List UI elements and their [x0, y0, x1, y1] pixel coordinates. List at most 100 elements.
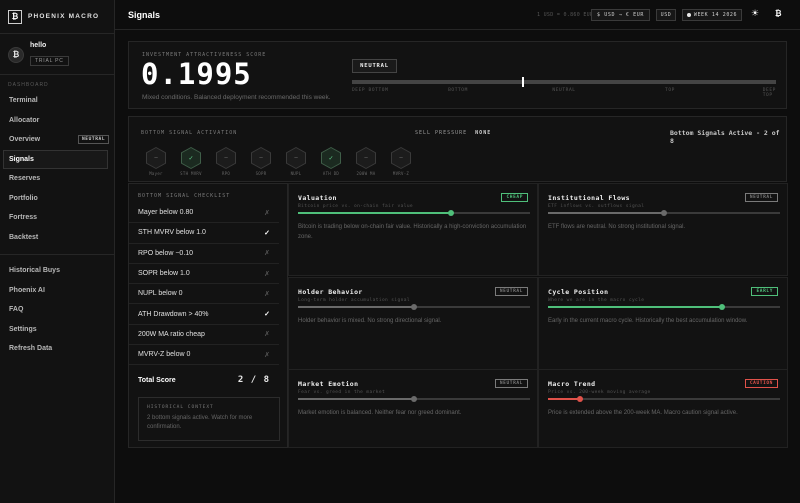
sidebar-item-signals[interactable]: Signals: [3, 149, 108, 169]
sidebar-item-historical-buys[interactable]: Historical Buys: [0, 261, 114, 281]
card-gauge-fill: [298, 212, 452, 214]
hexagon-icon: –: [391, 147, 411, 169]
historical-context-label: HISTORICAL CONTEXT: [147, 405, 214, 410]
cross-icon: ✗: [264, 351, 270, 359]
hexagon-icon: –: [286, 147, 306, 169]
checklist-item-label: STH MVRV below 1.0: [138, 229, 206, 237]
card-gauge-track: [548, 396, 780, 402]
checklist-label: BOTTOM SIGNAL CHECKLIST: [138, 193, 231, 199]
card-gauge-knob: [661, 210, 667, 216]
cross-icon: ✗: [264, 290, 270, 298]
card-status-badge: NEUTRAL: [744, 193, 778, 202]
card-gauge-fill: [548, 212, 664, 214]
sidebar-item-label: Overview: [9, 136, 41, 144]
card-gauge-knob: [411, 396, 417, 402]
sidebar-item-label: Fortress: [9, 214, 38, 222]
sidebar-item-settings[interactable]: Settings: [0, 320, 114, 340]
active-signal-count: Bottom Signals Active - 2 of 8: [670, 129, 780, 145]
sidebar-item-phoenix-ai[interactable]: Phoenix AI: [0, 281, 114, 301]
signal-card-macro-trend: Macro Trend Price vs. 200-week moving ave…: [538, 369, 788, 448]
card-status-badge: NEUTRAL: [494, 379, 528, 388]
historical-context-box: HISTORICAL CONTEXT 2 bottom signals acti…: [138, 397, 280, 441]
sidebar-item-overview[interactable]: Overview NEUTRAL: [0, 130, 114, 150]
sidebar-item-label: Refresh Data: [9, 345, 53, 353]
signal-hex: – MVRV-Z: [389, 147, 413, 176]
historical-context-text: 2 bottom signals active. Watch for more …: [147, 415, 253, 430]
checklist-item: STH MVRV below 1.0 ✓: [129, 223, 279, 244]
theme-toggle-sun-icon[interactable]: ☀: [751, 8, 759, 19]
signal-hex: ✓ ATH DD: [319, 147, 343, 176]
signal-hex: – RPO: [214, 147, 238, 176]
card-gauge-knob: [411, 304, 417, 310]
card-status-badge: CAUTION: [744, 379, 778, 388]
signal-card-holder-behavior: Holder Behavior Long-term holder accumula…: [288, 277, 538, 370]
card-title: Holder Behavior: [298, 288, 363, 296]
checklist-item: RPO below −0.10 ✗: [129, 244, 279, 264]
sidebar-item-allocator[interactable]: Allocator: [0, 111, 114, 131]
card-description: Market emotion is balanced. Neither fear…: [298, 410, 462, 416]
hexagon-icon: –: [251, 147, 271, 169]
user-profile[interactable]: ₿ hello TRIAL PC: [0, 41, 114, 75]
sidebar-item-portfolio[interactable]: Portfolio: [0, 189, 114, 209]
card-description: Early in the current macro cycle. Histor…: [548, 318, 748, 324]
checklist: Mayer below 0.80 ✗ STH MVRV below 1.0 ✓ RPO …: [129, 203, 279, 366]
check-icon: ✓: [264, 229, 270, 237]
card-gauge-fill: [298, 306, 414, 308]
cross-icon: ✗: [264, 250, 270, 258]
signal-hex: – NUPL: [284, 147, 308, 176]
page-title: Signals: [128, 9, 161, 20]
sidebar-item-backtest[interactable]: Backtest: [0, 228, 114, 248]
brand[interactable]: ₿ PHOENIX MACRO: [0, 0, 114, 34]
card-title: Market Emotion: [298, 380, 359, 388]
hexagon-icon: –: [216, 147, 236, 169]
card-gauge-knob: [577, 396, 584, 402]
activation-panel: BOTTOM SIGNAL ACTIVATION SELL PRESSURE N…: [128, 116, 787, 182]
page-background-lower: [115, 448, 800, 503]
card-gauge-track: [548, 304, 780, 310]
hexagon-icon: ✓: [181, 147, 201, 169]
cross-icon: ✗: [264, 331, 270, 339]
sell-pressure-value: NONE: [475, 130, 492, 136]
dash-icon: –: [217, 148, 235, 168]
card-gauge-knob: [448, 210, 455, 216]
score-scale-track: [352, 77, 776, 87]
sidebar-item-fortress[interactable]: Fortress: [0, 208, 114, 228]
signal-hex-label: ATH DD: [322, 171, 340, 176]
sidebar-item-label: Historical Buys: [9, 267, 60, 275]
check-icon: ✓: [264, 311, 270, 319]
sell-pressure: SELL PRESSURE NONE: [415, 130, 491, 136]
checklist-item-label: RPO below −0.10: [138, 249, 194, 257]
bitcoin-icon[interactable]: ₿: [775, 9, 782, 18]
card-description: Price is extended above the 200-week MA.…: [548, 410, 738, 416]
sidebar-item-label: Terminal: [9, 97, 38, 105]
sidebar-item-terminal[interactable]: Terminal: [0, 91, 114, 111]
checklist-item-label: 200W MA ratio cheap: [138, 330, 205, 338]
nav-section-label: DASHBOARD: [8, 82, 49, 88]
sidebar-item-badge: NEUTRAL: [78, 135, 110, 145]
sidebar-item-refresh-data[interactable]: Refresh Data: [0, 339, 114, 359]
signal-card-institutional-flows: Institutional Flows ETF inflows vs. outfl…: [538, 183, 788, 276]
total-score-row: Total Score 2 / 8: [138, 375, 270, 385]
card-description: Bitcoin is trading below on-chain fair v…: [298, 224, 527, 240]
card-title: Institutional Flows: [548, 194, 630, 202]
sidebar-item-faq[interactable]: FAQ: [0, 300, 114, 320]
cross-icon: ✗: [264, 209, 270, 217]
checklist-item: 200W MA ratio cheap ✗: [129, 325, 279, 346]
currency-pair-toggle[interactable]: $ USD → € EUR: [591, 8, 650, 21]
checklist-item: ATH Drawdown > 40% ✓: [129, 304, 279, 325]
score-description: Mixed conditions. Balanced deployment re…: [142, 94, 331, 101]
sell-pressure-label: SELL PRESSURE: [415, 130, 468, 136]
signal-hex-label: SOPR: [255, 171, 267, 176]
dash-icon: –: [147, 148, 165, 168]
card-title: Macro Trend: [548, 380, 596, 388]
checklist-item: SOPR below 1.0 ✗: [129, 264, 279, 285]
score-value: 0.1995: [141, 57, 252, 91]
card-gauge-track: [298, 396, 530, 402]
sidebar-item-reserves[interactable]: Reserves: [0, 169, 114, 189]
nav-divider: [0, 254, 114, 255]
signal-hex-label: STH MVRV: [180, 171, 202, 176]
dash-icon: –: [252, 148, 270, 168]
nav-primary: Terminal Allocator Overview NEUTRAL Signals R…: [0, 91, 114, 247]
currency-selector[interactable]: USD: [656, 8, 676, 21]
signal-hex-label: Mayer: [149, 171, 163, 176]
